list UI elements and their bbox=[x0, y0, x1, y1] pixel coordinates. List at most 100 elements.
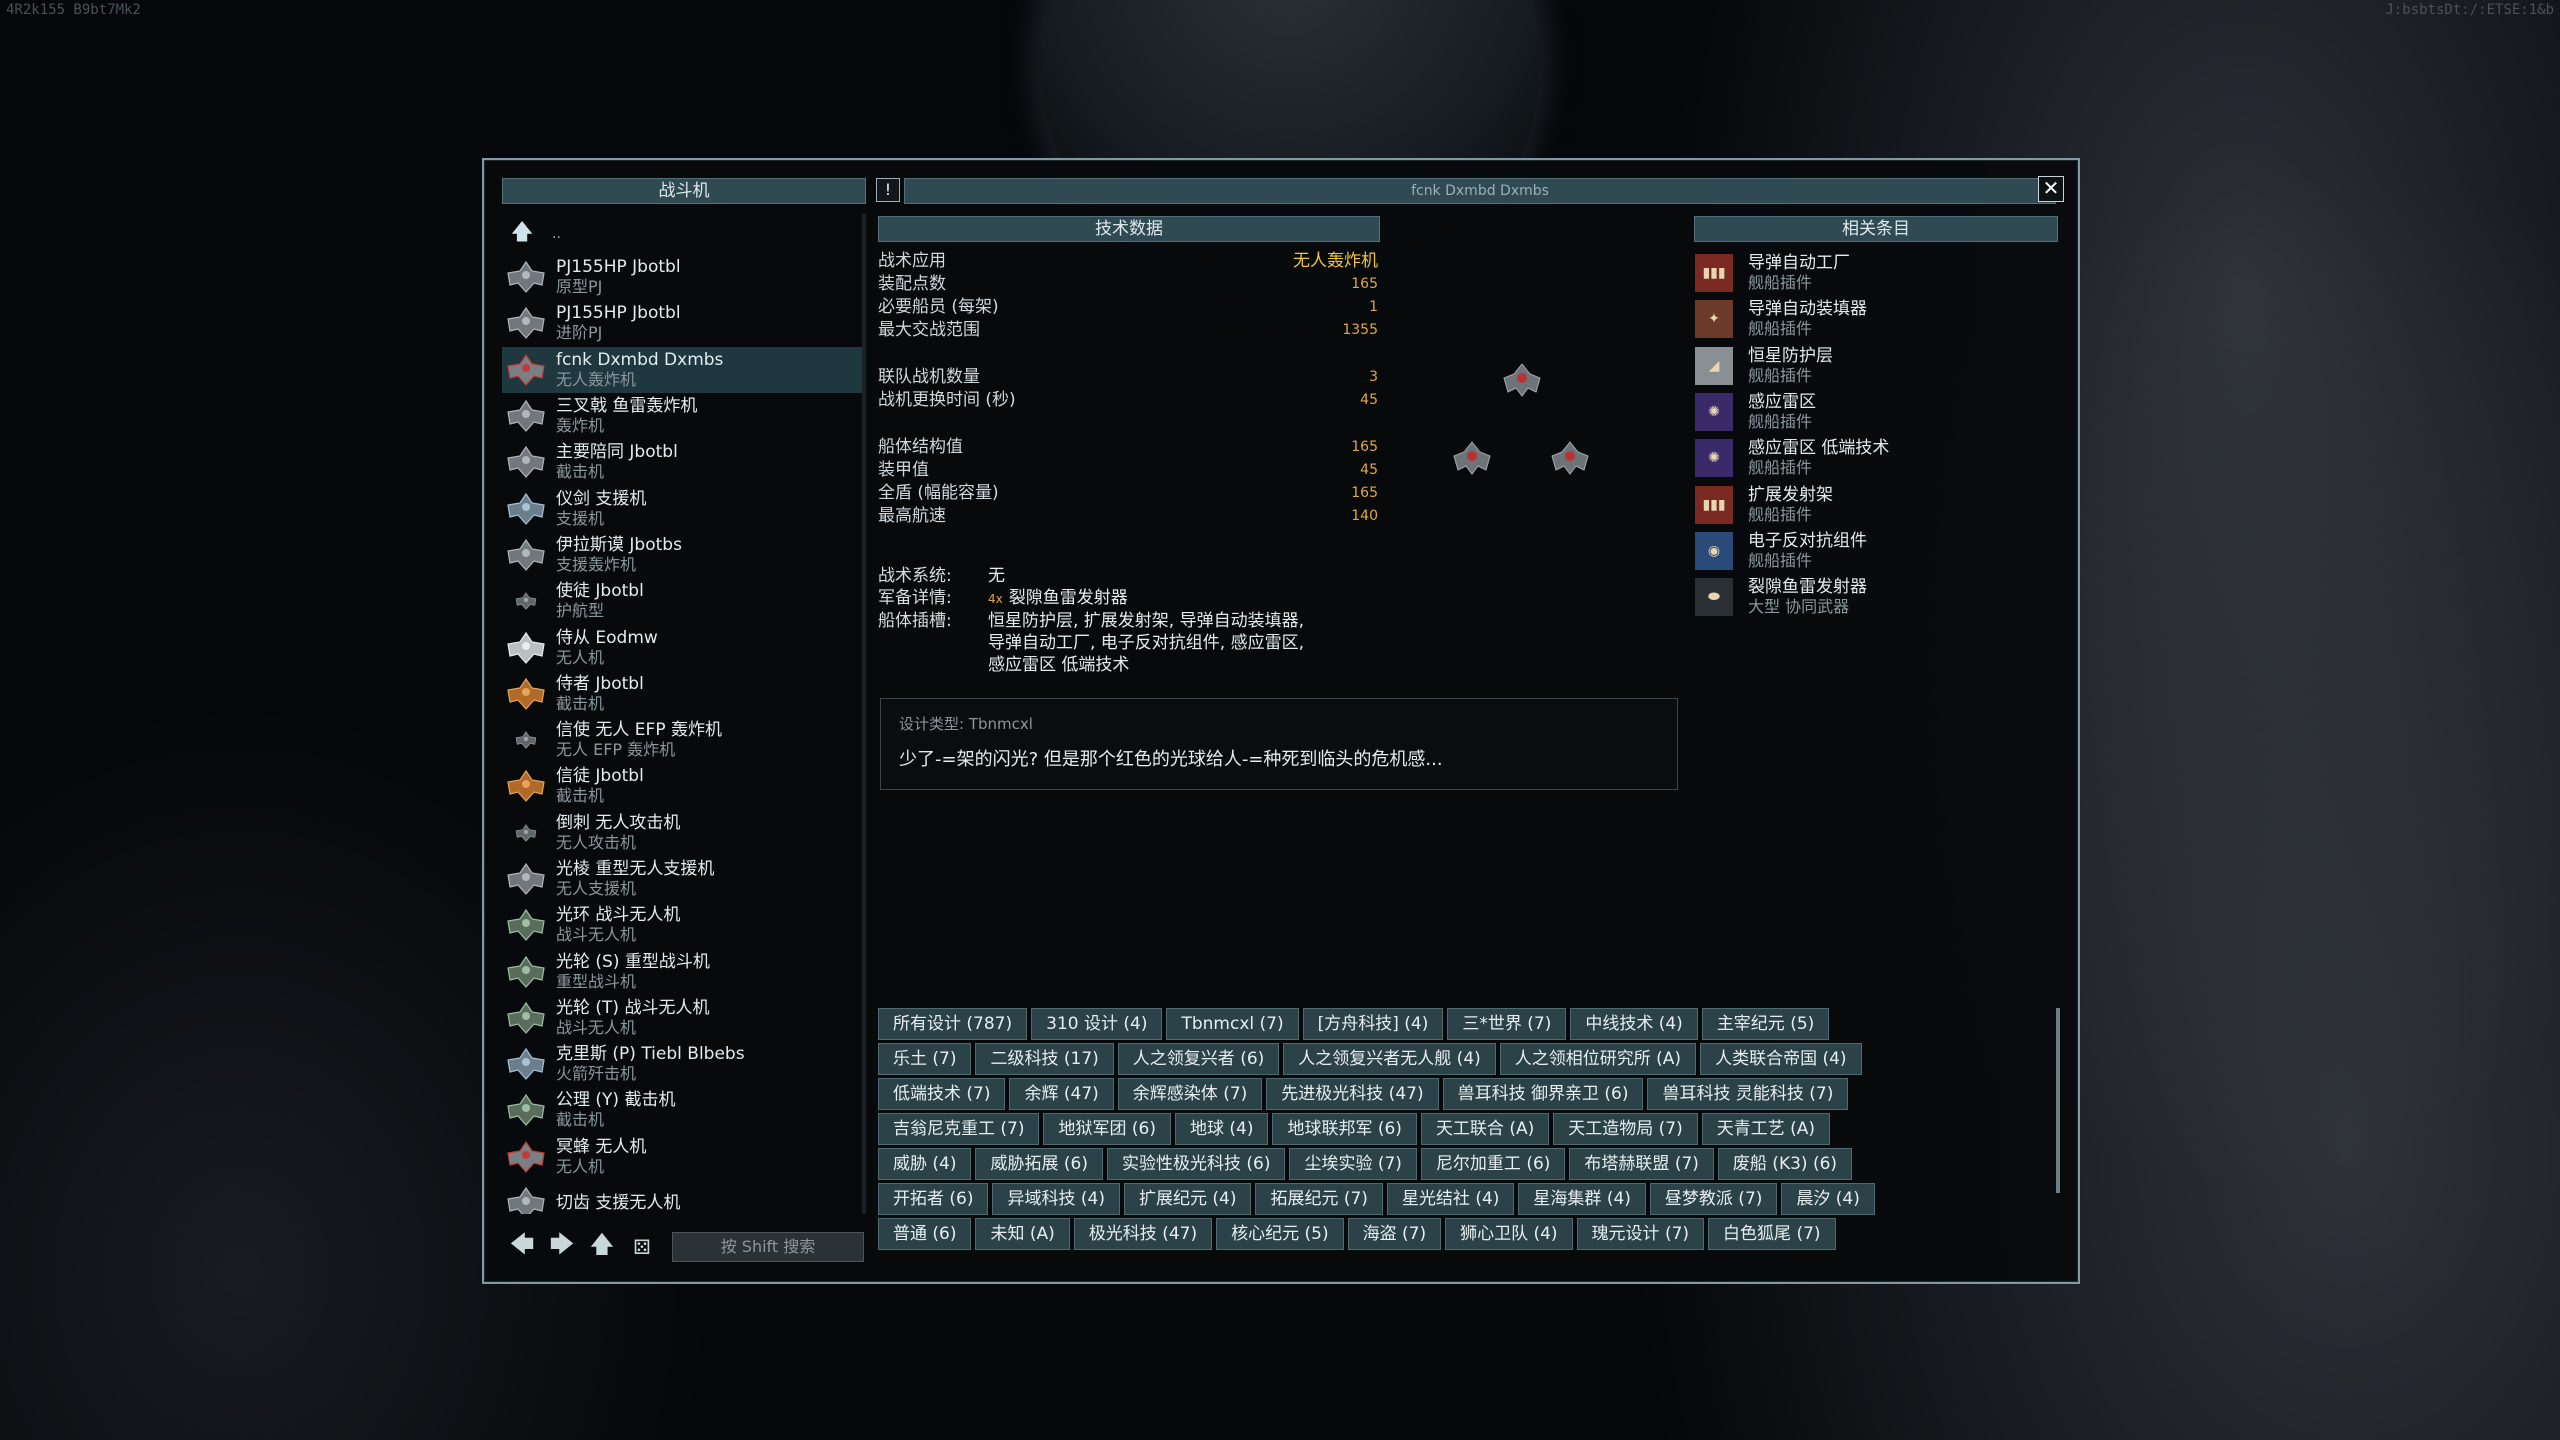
tech-value: 140 bbox=[1351, 508, 1378, 524]
tag-filter-button[interactable]: 布塔赫联盟 (7) bbox=[1569, 1148, 1714, 1180]
search-input[interactable]: 按 Shift 搜索 bbox=[672, 1232, 864, 1262]
ship-list-item[interactable]: PJ155HP Jbotbl 原型PJ bbox=[502, 254, 864, 300]
list-scrollbar[interactable] bbox=[862, 214, 866, 1214]
tag-filter-button[interactable]: Tbnmcxl (7) bbox=[1166, 1008, 1299, 1040]
hullmod-line[interactable]: 感应雷区 低端技术 bbox=[988, 654, 1304, 676]
armament-value[interactable]: 裂隙鱼雷发射器 bbox=[1009, 588, 1128, 608]
ship-list-item[interactable]: 冥蜂 无人机 无人机 bbox=[502, 1134, 864, 1180]
ship-list-item[interactable]: 主要陪同 Jbotbl 截击机 bbox=[502, 439, 864, 485]
tag-filter-button[interactable]: 白色狐尾 (7) bbox=[1708, 1218, 1836, 1250]
back-arrow-icon[interactable]: 🡄 bbox=[502, 1227, 542, 1268]
tag-filter-button[interactable]: 二级科技 (17) bbox=[975, 1043, 1114, 1075]
tag-filter-button[interactable]: 瑰元设计 (7) bbox=[1576, 1218, 1705, 1250]
related-item[interactable]: ▮▮▮ 扩展发射架 舰船插件 bbox=[1694, 481, 2056, 527]
tag-filter-button[interactable]: 异域科技 (4) bbox=[992, 1183, 1120, 1215]
tag-filter-button[interactable]: 天青工艺 (A) bbox=[1701, 1113, 1831, 1145]
tag-filter-button[interactable]: 人之领复兴者 (6) bbox=[1117, 1043, 1280, 1075]
tag-filter-button[interactable]: 星海集群 (4) bbox=[1518, 1183, 1646, 1215]
tag-filter-button[interactable]: 昼梦教派 (7) bbox=[1649, 1183, 1778, 1215]
tag-filter-button[interactable]: 普通 (6) bbox=[878, 1218, 972, 1250]
tag-filter-button[interactable]: 低端技术 (7) bbox=[878, 1078, 1006, 1110]
tag-filter-button[interactable]: 未知 (A) bbox=[975, 1218, 1070, 1250]
ship-type: 截击机 bbox=[556, 786, 605, 806]
ship-list-item[interactable]: 信使 无人 EFP 轰炸机 无人 EFP 轰炸机 bbox=[502, 717, 864, 763]
tag-filter-button[interactable]: 三*世界 (7) bbox=[1447, 1008, 1567, 1040]
tag-filter-button[interactable]: 尼尔加重工 (6) bbox=[1420, 1148, 1566, 1180]
tag-filter-button[interactable]: 极光科技 (47) bbox=[1073, 1218, 1213, 1250]
related-item[interactable]: ⬬ 裂隙鱼雷发射器 大型 协同武器 bbox=[1694, 574, 2056, 620]
tag-filter-button[interactable]: 余辉感染体 (7) bbox=[1117, 1078, 1263, 1110]
tag-filter-button[interactable]: [方舟科技] (4) bbox=[1302, 1008, 1444, 1040]
random-dice-icon[interactable]: ⚄ bbox=[622, 1235, 662, 1259]
tag-filter-button[interactable]: 实验性极光科技 (6) bbox=[1106, 1148, 1286, 1180]
tag-filter-button[interactable]: 吉翁尼克重工 (7) bbox=[878, 1113, 1040, 1145]
ship-list-item[interactable]: 光轮 (T) 战斗无人机 战斗无人机 bbox=[502, 995, 864, 1041]
tags-scrollbar[interactable] bbox=[2056, 1008, 2060, 1193]
ship-list-item[interactable]: 光环 战斗无人机 战斗无人机 bbox=[502, 902, 864, 948]
tag-filter-button[interactable]: 兽耳科技 御界亲卫 (6) bbox=[1442, 1078, 1644, 1110]
tag-filter-button[interactable]: 乐土 (7) bbox=[878, 1043, 972, 1075]
tag-filter-button[interactable]: 所有设计 (787) bbox=[878, 1008, 1028, 1040]
tag-filter-button[interactable]: 人之领相位研究所 (A) bbox=[1499, 1043, 1697, 1075]
tag-filter-button[interactable]: 地球联邦军 (6) bbox=[1272, 1113, 1417, 1145]
tag-filter-button[interactable]: 天工造物局 (7) bbox=[1553, 1113, 1698, 1145]
ship-list-item[interactable]: 切齿 支援无人机 bbox=[502, 1180, 864, 1214]
tag-filter-button[interactable]: 威胁 (4) bbox=[878, 1148, 972, 1180]
ship-name: PJ155HP Jbotbl bbox=[556, 257, 681, 278]
tech-value: 45 bbox=[1360, 462, 1378, 478]
tag-filter-button[interactable]: 威胁拓展 (6) bbox=[975, 1148, 1103, 1180]
alert-button[interactable]: ! bbox=[876, 178, 900, 202]
related-item[interactable]: ✺ 感应雷区 舰船插件 bbox=[1694, 389, 2056, 435]
related-name: 扩展发射架 bbox=[1748, 484, 1833, 505]
tag-filter-button[interactable]: 310 设计 (4) bbox=[1031, 1008, 1163, 1040]
forward-arrow-icon[interactable]: 🡆 bbox=[542, 1227, 582, 1268]
tag-filter-button[interactable]: 兽耳科技 灵能科技 (7) bbox=[1647, 1078, 1849, 1110]
ship-list-item[interactable]: 侍者 Jbotbl 截击机 bbox=[502, 671, 864, 717]
tag-filter-button[interactable]: 余辉 (47) bbox=[1009, 1078, 1114, 1110]
home-up-icon[interactable]: 🡅 bbox=[582, 1227, 622, 1268]
tag-filter-button[interactable]: 人之领复兴者无人舰 (4) bbox=[1283, 1043, 1496, 1075]
ship-list-item[interactable]: PJ155HP Jbotbl 进阶PJ bbox=[502, 300, 864, 346]
tag-filter-button[interactable]: 扩展纪元 (4) bbox=[1123, 1183, 1252, 1215]
ship-list-item[interactable]: 三叉戟 鱼雷轰炸机 轰炸机 bbox=[502, 393, 864, 439]
parent-folder-row[interactable]: 🡅 .. bbox=[502, 214, 864, 254]
tag-filter-button[interactable]: 晨汐 (4) bbox=[1781, 1183, 1875, 1215]
ship-type: 支援轰炸机 bbox=[556, 554, 637, 574]
ship-list-item[interactable]: 光棱 重型无人支援机 无人支援机 bbox=[502, 856, 864, 902]
ship-list-item[interactable]: 仪剑 支援机 支援机 bbox=[502, 485, 864, 531]
ship-list-item[interactable]: 光轮 (S) 重型战斗机 重型战斗机 bbox=[502, 948, 864, 994]
tag-filter-button[interactable]: 核心纪元 (5) bbox=[1216, 1218, 1344, 1250]
ship-list-item[interactable]: 信徒 Jbotbl 截击机 bbox=[502, 763, 864, 809]
hullmod-line[interactable]: 导弹自动工厂, 电子反对抗组件, 感应雷区, bbox=[988, 632, 1304, 654]
tag-filter-button[interactable]: 星光结社 (4) bbox=[1386, 1183, 1515, 1215]
ship-list-item[interactable]: 伊拉斯谟 Jbotbs 支援轰炸机 bbox=[502, 532, 864, 578]
tag-filter-button[interactable]: 拓展纪元 (7) bbox=[1255, 1183, 1383, 1215]
tag-filter-button[interactable]: 天工联合 (A) bbox=[1420, 1113, 1550, 1145]
close-button[interactable]: ✕ bbox=[2038, 176, 2064, 202]
related-item[interactable]: ✺ 感应雷区 低端技术 舰船插件 bbox=[1694, 435, 2056, 481]
related-item[interactable]: ◉ 电子反对抗组件 舰船插件 bbox=[1694, 528, 2056, 574]
tag-filter-button[interactable]: 地狱军团 (6) bbox=[1043, 1113, 1171, 1145]
tag-filter-button[interactable]: 狮心卫队 (4) bbox=[1445, 1218, 1573, 1250]
ship-list-item[interactable]: 倒刺 无人攻击机 无人攻击机 bbox=[502, 810, 864, 856]
fighter-sprite bbox=[1551, 441, 1589, 475]
tag-filter-button[interactable]: 开拓者 (6) bbox=[878, 1183, 989, 1215]
tag-filter-button[interactable]: 废船 (K3) (6) bbox=[1717, 1148, 1853, 1180]
ship-list-item[interactable]: fcnk Dxmbd Dxmbs 无人轰炸机 bbox=[502, 346, 864, 393]
ship-list-item[interactable]: 使徒 Jbotbl 护航型 bbox=[502, 578, 864, 624]
related-item[interactable]: ✦ 导弹自动装填器 舰船插件 bbox=[1694, 296, 2056, 342]
tag-filter-button[interactable]: 海盗 (7) bbox=[1347, 1218, 1442, 1250]
tech-row: 战术应用 无人轰炸机 bbox=[878, 250, 1378, 273]
hullmod-line[interactable]: 恒星防护层, 扩展发射架, 导弹自动装填器, bbox=[988, 610, 1304, 632]
tag-filter-button[interactable]: 地球 (4) bbox=[1174, 1113, 1269, 1145]
related-item[interactable]: ◢ 恒星防护层 舰船插件 bbox=[1694, 343, 2056, 389]
tag-filter-button[interactable]: 中线技术 (4) bbox=[1570, 1008, 1698, 1040]
ship-list-item[interactable]: 公理 (Y) 截击机 截击机 bbox=[502, 1087, 864, 1133]
tag-filter-button[interactable]: 人类联合帝国 (4) bbox=[1700, 1043, 1862, 1075]
ship-list-item[interactable]: 克里斯 (P) Tiebl Blbebs 火箭歼击机 bbox=[502, 1041, 864, 1087]
tag-filter-button[interactable]: 尘埃实验 (7) bbox=[1289, 1148, 1417, 1180]
tag-filter-button[interactable]: 先进极光科技 (47) bbox=[1266, 1078, 1439, 1110]
ship-list-item[interactable]: 侍从 Eodmw 无人机 bbox=[502, 624, 864, 670]
tag-filter-button[interactable]: 主宰纪元 (5) bbox=[1701, 1008, 1830, 1040]
related-item[interactable]: ▮▮▮ 导弹自动工厂 舰船插件 bbox=[1694, 250, 2056, 296]
